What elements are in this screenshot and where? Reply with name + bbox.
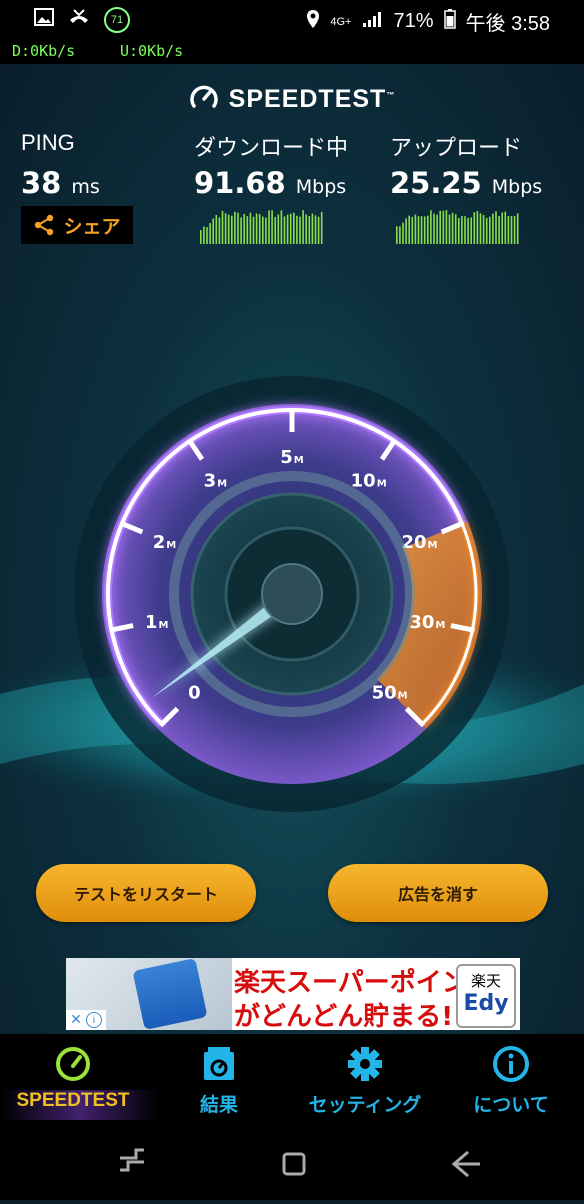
home-icon[interactable]	[282, 1152, 306, 1176]
nav-speedtest-label: SPEEDTEST	[16, 1090, 130, 1111]
gear-icon	[345, 1044, 385, 1084]
ad-close-icon[interactable]: ✕	[70, 1012, 82, 1028]
restart-test-button[interactable]: テストをリスタート	[36, 864, 256, 922]
nav-results-label: 結果	[199, 1095, 238, 1116]
edy-badge: 楽天 Edy	[456, 964, 516, 1028]
notification-count-badge: 71	[104, 7, 130, 33]
gauge-tick-label: 0	[188, 683, 201, 704]
nav-settings[interactable]: セッティング	[292, 1034, 438, 1120]
net-speed-bar: D:0Kb/s U:0Kb/s	[0, 38, 584, 64]
location-icon	[306, 9, 320, 35]
battery-icon	[443, 8, 456, 35]
nav-results[interactable]: 結果	[146, 1034, 292, 1120]
system-nav-bar	[0, 1120, 584, 1200]
network-type: 4G+	[330, 15, 352, 28]
ad-info-icon[interactable]: i	[85, 1012, 102, 1028]
speedtest-main: SPEEDTEST™ PING 38 ms シェア ダウンロード中 91.68 Mb…	[0, 64, 584, 1034]
nav-settings-label: セッティング	[308, 1095, 422, 1116]
signal-icon	[361, 10, 383, 34]
edy-badge-top: 楽天	[470, 972, 501, 990]
nav-about[interactable]: について	[438, 1034, 584, 1120]
remove-ads-button[interactable]: 広告を消す	[328, 864, 548, 922]
speedometer-icon	[53, 1044, 93, 1084]
missed-call-icon	[68, 8, 90, 32]
results-icon	[201, 1044, 237, 1084]
ad-controls: ✕ i	[66, 1010, 106, 1030]
gauge-hub	[261, 563, 323, 625]
back-icon[interactable]	[451, 1150, 480, 1178]
recent-apps-icon[interactable]	[120, 1148, 144, 1172]
nav-speedtest[interactable]: SPEEDTEST	[0, 1034, 146, 1120]
battery-percent: 71%	[393, 10, 434, 32]
upload-rate: U:0Kb/s	[120, 42, 184, 60]
bottom-nav: SPEEDTEST 結果 セッティング について	[0, 1034, 584, 1120]
clock: 午後 3:58	[465, 13, 550, 35]
nav-about-label: について	[473, 1095, 549, 1116]
status-bar: 71 4G+ 71% 午後 3:58	[0, 0, 584, 38]
image-icon	[34, 8, 54, 32]
download-rate: D:0Kb/s	[12, 42, 76, 60]
ad-subline: がどんどん貯まる!	[234, 1002, 454, 1030]
edy-badge-bottom: Edy	[463, 991, 509, 1016]
ad-headline: 楽天スーパーポイント	[234, 968, 494, 998]
ad-banner[interactable]: 楽天スーパーポイント がどんどん貯まる! 楽天 Edy ✕ i	[66, 958, 520, 1030]
info-icon	[491, 1044, 531, 1084]
